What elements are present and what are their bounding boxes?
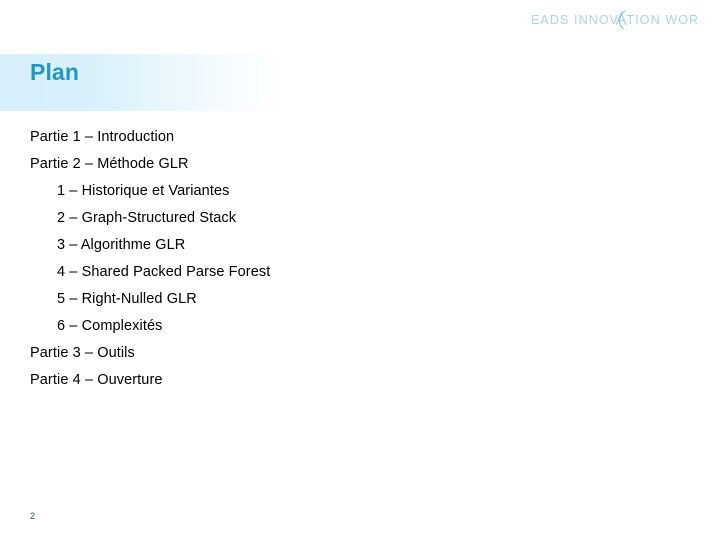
slide: EADS INNOV TION WORKS Plan Partie 1 – In… — [0, 0, 720, 540]
list-item: Partie 1 – Introduction — [30, 129, 175, 145]
list-item: Partie 2 – Méthode GLR — [30, 156, 189, 172]
list-item: 3 – Algorithme GLR — [57, 237, 186, 253]
list-item: 2 – Graph-Structured Stack — [57, 210, 237, 226]
logo-text-part2: TION WORKS — [627, 13, 700, 27]
logo-icon: EADS INNOV TION WORKS — [531, 10, 699, 30]
page-title: Plan — [30, 59, 79, 85]
page-number: 2 — [30, 511, 36, 521]
eads-innovation-works-logo: EADS INNOV TION WORKS — [531, 9, 699, 31]
list-item: 1 – Historique et Variantes — [57, 183, 230, 199]
agenda-list: Partie 1 – Introduction Partie 2 – Métho… — [30, 124, 650, 394]
list-item: 6 – Complexités — [57, 318, 163, 334]
list-item: Partie 4 – Ouverture — [30, 372, 163, 388]
logo-text-part1: EADS INNOV — [531, 13, 619, 27]
list-item: Partie 3 – Outils — [30, 345, 135, 361]
list-item: 5 – Right-Nulled GLR — [57, 291, 197, 307]
list-item: 4 – Shared Packed Parse Forest — [57, 264, 271, 280]
